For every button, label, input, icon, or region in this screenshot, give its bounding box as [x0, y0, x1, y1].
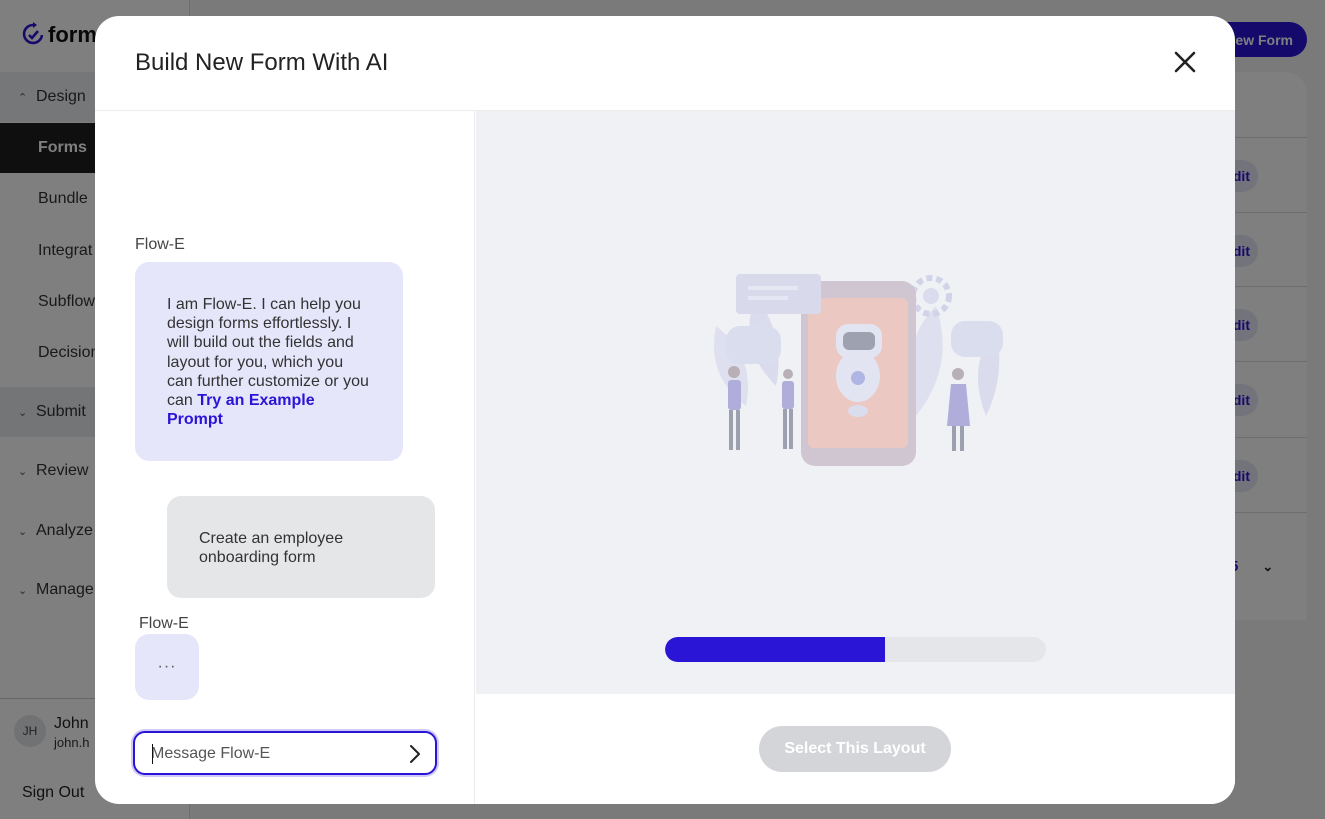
- generation-progress-bar: [665, 637, 1046, 662]
- text-caret: [152, 744, 153, 764]
- chat-panel: Flow-E I am Flow-E. I can help you desig…: [95, 111, 475, 804]
- modal-footer: Select This Layout: [476, 694, 1235, 804]
- assistant-name-label: Flow-E: [139, 615, 189, 632]
- robot-loading-illustration: [714, 274, 1003, 466]
- typing-indicator: ···: [135, 634, 199, 700]
- assistant-message: I am Flow-E. I can help you design forms…: [135, 262, 403, 461]
- layout-preview-panel: [476, 111, 1235, 694]
- modal-title: Build New Form With AI: [135, 49, 389, 76]
- send-chevron-icon[interactable]: [405, 743, 425, 765]
- close-icon[interactable]: [1171, 48, 1199, 76]
- user-message: Create an employee onboarding form: [167, 496, 435, 598]
- progress-bar-fill: [665, 637, 885, 662]
- message-input[interactable]: [151, 743, 391, 765]
- build-form-ai-modal: Build New Form With AI Flow-E I am Flow-…: [95, 16, 1235, 804]
- select-layout-button[interactable]: Select This Layout: [759, 726, 951, 772]
- assistant-name-label: Flow-E: [135, 236, 185, 253]
- message-input-container: [133, 731, 437, 775]
- modal-header: Build New Form With AI: [95, 16, 1235, 111]
